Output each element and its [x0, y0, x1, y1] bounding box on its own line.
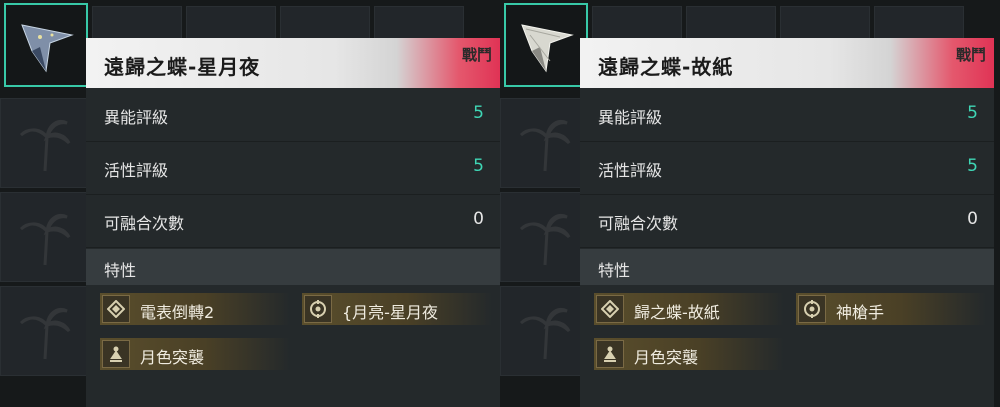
stat-label: 活性評級 — [598, 161, 663, 180]
stat-label: 可融合次數 — [598, 214, 679, 233]
palm-icon — [519, 120, 571, 172]
inventory-slot[interactable] — [500, 286, 590, 376]
stat-row: 活性評級 5 — [580, 142, 994, 195]
crosshair-icon — [798, 295, 826, 323]
stat-value: 5 — [473, 156, 484, 176]
crosshair-icon — [304, 295, 332, 323]
diamond-icon — [596, 295, 624, 323]
trait-chip[interactable]: {月亮-星月夜 — [302, 293, 492, 325]
inventory-slot[interactable] — [0, 98, 90, 188]
trait-label: 神槍手 — [836, 303, 885, 322]
trait-label: 月色突襲 — [140, 348, 205, 367]
palm-icon — [19, 214, 71, 266]
traits-section-header: 特性 — [580, 249, 994, 285]
figure-icon — [596, 340, 624, 368]
stat-label: 可融合次數 — [104, 214, 185, 233]
category-badge: 戰鬥 — [461, 46, 492, 64]
trait-label: 電表倒轉2 — [140, 303, 215, 322]
butterfly-wing-icon — [21, 24, 74, 73]
stat-label: 活性評級 — [104, 161, 169, 180]
trait-chip[interactable]: 歸之蝶-故紙 — [594, 293, 784, 325]
stat-row: 可融合次數 0 — [580, 195, 994, 248]
stat-value: 5 — [967, 156, 978, 176]
stat-value: 0 — [473, 209, 484, 229]
stat-value: 5 — [967, 103, 978, 123]
stat-label: 異能評級 — [104, 108, 169, 127]
stat-row: 活性評級 5 — [86, 142, 500, 195]
inventory-slot[interactable] — [500, 192, 590, 282]
trait-label: {月亮-星月夜 — [342, 303, 438, 322]
trait-chip[interactable]: 月色突襲 — [594, 338, 784, 370]
inventory-slot[interactable] — [500, 98, 590, 188]
stat-row: 異能評級 5 — [580, 89, 994, 142]
item-tooltip-right: 遠歸之蝶-故紙 戰鬥 異能評級 5 活性評級 5 可融合次數 0 特性 歸之蝶-… — [500, 0, 1000, 407]
stat-value: 0 — [967, 209, 978, 229]
figure-icon — [102, 340, 130, 368]
trait-chip[interactable]: 月色突襲 — [100, 338, 290, 370]
stat-row: 可融合次數 0 — [86, 195, 500, 248]
stat-label: 異能評級 — [598, 108, 663, 127]
traits-section-header: 特性 — [86, 249, 500, 285]
inventory-slot[interactable] — [0, 192, 90, 282]
stat-value: 5 — [473, 103, 484, 123]
item-title-bar: 遠歸之蝶-故紙 戰鬥 — [580, 38, 994, 88]
trait-label: 月色突襲 — [634, 348, 699, 367]
palm-icon — [19, 120, 71, 172]
item-detail-panel: 遠歸之蝶-故紙 戰鬥 異能評級 5 活性評級 5 可融合次數 0 特性 歸之蝶-… — [580, 38, 994, 407]
traits-header-label: 特性 — [104, 261, 137, 280]
selected-item-slot[interactable] — [4, 3, 88, 87]
category-badge: 戰鬥 — [955, 46, 986, 64]
palm-icon — [519, 308, 571, 360]
item-title: 遠歸之蝶-故紙 — [598, 55, 734, 79]
butterfly-wing-icon — [521, 24, 574, 73]
palm-icon — [519, 214, 571, 266]
stat-row: 異能評級 5 — [86, 89, 500, 142]
item-title: 遠歸之蝶-星月夜 — [104, 55, 261, 79]
trait-chip[interactable]: 電表倒轉2 — [100, 293, 290, 325]
trait-chip[interactable]: 神槍手 — [796, 293, 986, 325]
item-detail-panel: 遠歸之蝶-星月夜 戰鬥 異能評級 5 活性評級 5 可融合次數 0 特性 電表倒… — [86, 38, 500, 407]
diamond-icon — [102, 295, 130, 323]
inventory-slot[interactable] — [0, 286, 90, 376]
trait-label: 歸之蝶-故紙 — [634, 303, 720, 322]
traits-header-label: 特性 — [598, 261, 631, 280]
item-tooltip-left: 遠歸之蝶-星月夜 戰鬥 異能評級 5 活性評級 5 可融合次數 0 特性 電表倒… — [0, 0, 500, 407]
selected-item-slot[interactable] — [504, 3, 588, 87]
item-title-bar: 遠歸之蝶-星月夜 戰鬥 — [86, 38, 500, 88]
palm-icon — [19, 308, 71, 360]
